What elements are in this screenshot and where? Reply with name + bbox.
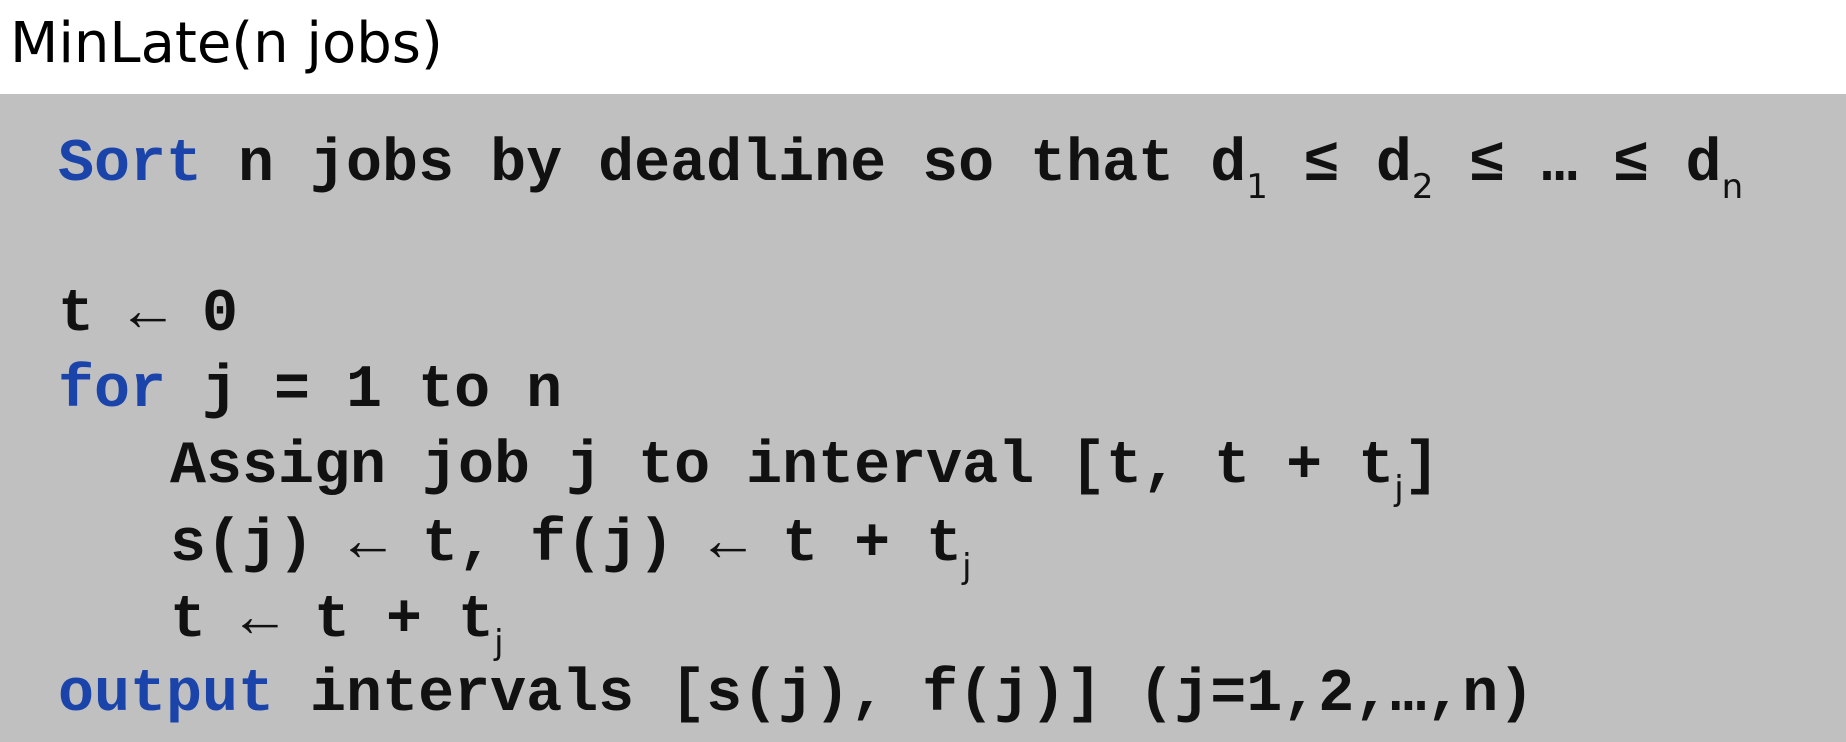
code-line-assign: Assign job j to interval [t, t + tj]	[170, 432, 1440, 509]
algorithm-title: MinLate(n jobs)	[10, 11, 443, 76]
subscript-1: 1	[1246, 167, 1268, 207]
subscript-j: j	[962, 547, 972, 587]
keyword-output: output	[58, 661, 275, 729]
sort-text-2: ≤ d	[1267, 131, 1412, 199]
assign-text: Assign job j to interval [t, t + t	[170, 433, 1395, 501]
update-t-text: t ← t + t	[170, 587, 495, 655]
code-line-start-finish: s(j) ← t, f(j) ← t + tj	[170, 510, 972, 587]
assign-text-end: ]	[1403, 433, 1440, 501]
for-text: j = 1 to n	[166, 357, 563, 425]
code-line-init: t ← 0	[58, 281, 239, 349]
pseudocode-block: Sort n jobs by deadline so that d1 ≤ d2 …	[0, 94, 1846, 742]
start-finish-text: s(j) ← t, f(j) ← t + t	[170, 511, 963, 579]
sort-text-3: ≤ … ≤ d	[1433, 131, 1722, 199]
subscript-n: n	[1721, 167, 1744, 207]
keyword-for: for	[58, 357, 167, 425]
keyword-sort: Sort	[58, 131, 203, 199]
output-text: intervals [s(j), f(j)] (j=1,2,…,n)	[274, 661, 1535, 729]
sort-text: n jobs by deadline so that d	[202, 131, 1247, 199]
code-line-for: for j = 1 to n	[58, 356, 562, 426]
subscript-2: 2	[1411, 167, 1434, 207]
code-line-sort: Sort n jobs by deadline so that d1 ≤ d2 …	[58, 130, 1744, 207]
subscript-j: j	[1394, 469, 1404, 509]
code-line-update-t: t ← t + tj	[170, 586, 504, 663]
code-line-output: output intervals [s(j), f(j)] (j=1,2,…,n…	[58, 660, 1534, 730]
subscript-j: j	[494, 623, 504, 663]
